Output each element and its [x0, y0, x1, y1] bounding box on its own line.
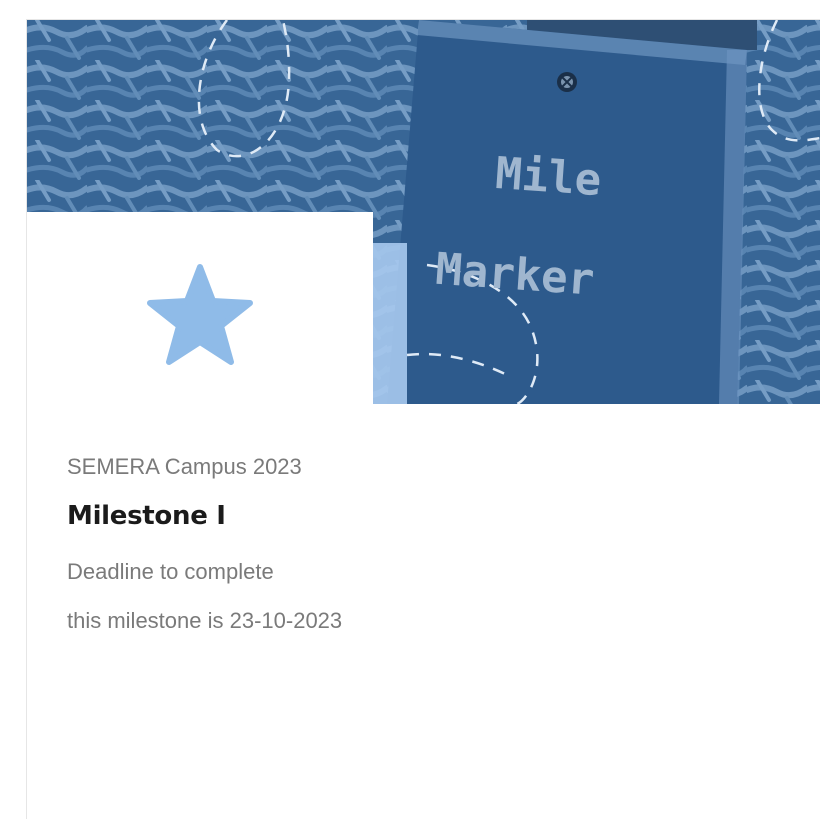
sign-text-mile: Mile	[494, 148, 603, 206]
card-description-line2: this milestone is 23-10-2023	[67, 608, 343, 633]
card-subtitle: SEMERA Campus 2023	[67, 454, 302, 479]
card-title[interactable]: Milestone I	[67, 500, 800, 532]
card-content: SEMERA Campus 2023 Milestone I Deadline …	[67, 453, 800, 656]
card-description-line1: Deadline to complete	[67, 559, 274, 584]
accent-bar	[373, 243, 407, 404]
star-icon	[147, 264, 253, 365]
milestone-card[interactable]: Mile Marker SEMERA Campus 2023 Milestone…	[26, 19, 820, 819]
